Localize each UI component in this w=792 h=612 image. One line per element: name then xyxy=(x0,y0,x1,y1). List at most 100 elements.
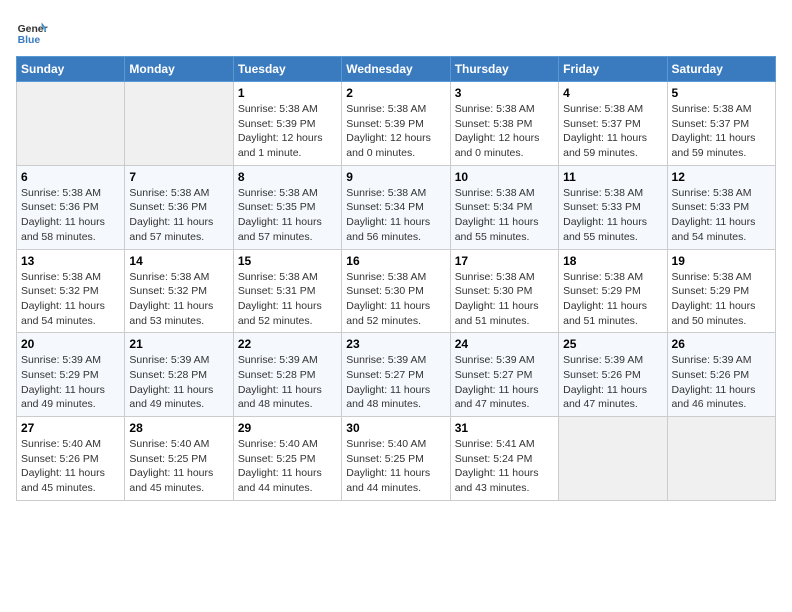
weekday-header-saturday: Saturday xyxy=(667,57,775,82)
calendar-cell: 24 Sunrise: 5:39 AMSunset: 5:27 PMDayligh… xyxy=(450,333,558,417)
day-number: 26 xyxy=(672,337,771,351)
day-number: 18 xyxy=(563,254,662,268)
day-detail: Sunrise: 5:40 AMSunset: 5:25 PMDaylight:… xyxy=(238,437,337,496)
day-number: 25 xyxy=(563,337,662,351)
calendar-cell: 14Sunrise: 5:38 AMSunset: 5:32 PMDayligh… xyxy=(125,249,233,333)
weekday-header-friday: Friday xyxy=(559,57,667,82)
day-number: 3 xyxy=(455,86,554,100)
day-number: 28 xyxy=(129,421,228,435)
day-number: 6 xyxy=(21,170,120,184)
calendar-cell: 17 Sunrise: 5:38 AMSunset: 5:30 PMDayligh… xyxy=(450,249,558,333)
calendar-cell: 29 Sunrise: 5:40 AMSunset: 5:25 PMDayligh… xyxy=(233,417,341,501)
weekday-header-thursday: Thursday xyxy=(450,57,558,82)
calendar-cell: 7 Sunrise: 5:38 AMSunset: 5:36 PMDaylight… xyxy=(125,165,233,249)
calendar-cell: 30 Sunrise: 5:40 AMSunset: 5:25 PMDayligh… xyxy=(342,417,450,501)
day-number: 12 xyxy=(672,170,771,184)
logo-icon: General Blue xyxy=(16,16,48,48)
day-detail: Sunrise: 5:38 AMSunset: 5:39 PMDaylight:… xyxy=(346,102,445,161)
weekday-header-wednesday: Wednesday xyxy=(342,57,450,82)
page-header: General Blue xyxy=(16,16,776,48)
calendar-cell: 20 Sunrise: 5:39 AMSunset: 5:29 PMDayligh… xyxy=(17,333,125,417)
day-number: 16 xyxy=(346,254,445,268)
day-number: 31 xyxy=(455,421,554,435)
calendar-cell: 16 Sunrise: 5:38 AMSunset: 5:30 PMDayligh… xyxy=(342,249,450,333)
calendar-cell: 26 Sunrise: 5:39 AMSunset: 5:26 PMDayligh… xyxy=(667,333,775,417)
calendar-cell: 8 Sunrise: 5:38 AMSunset: 5:35 PMDaylight… xyxy=(233,165,341,249)
day-detail: Sunrise: 5:38 AMSunset: 5:37 PMDaylight:… xyxy=(672,102,771,161)
calendar-cell: 31 Sunrise: 5:41 AMSunset: 5:24 PMDayligh… xyxy=(450,417,558,501)
day-detail: Sunrise: 5:38 AMSunset: 5:32 PMDaylight:… xyxy=(129,270,228,329)
day-detail: Sunrise: 5:38 AMSunset: 5:30 PMDaylight:… xyxy=(455,270,554,329)
calendar-cell: 15 Sunrise: 5:38 AMSunset: 5:31 PMDayligh… xyxy=(233,249,341,333)
day-detail: Sunrise: 5:39 AMSunset: 5:28 PMDaylight:… xyxy=(238,353,337,412)
day-detail: Sunrise: 5:38 AMSunset: 5:31 PMDaylight:… xyxy=(238,270,337,329)
calendar-cell: 3 Sunrise: 5:38 AMSunset: 5:38 PMDaylight… xyxy=(450,82,558,166)
calendar-cell: 25 Sunrise: 5:39 AMSunset: 5:26 PMDayligh… xyxy=(559,333,667,417)
day-number: 2 xyxy=(346,86,445,100)
day-number: 1 xyxy=(238,86,337,100)
day-detail: Sunrise: 5:39 AMSunset: 5:29 PMDaylight:… xyxy=(21,353,120,412)
calendar-cell xyxy=(667,417,775,501)
calendar-cell: 27Sunrise: 5:40 AMSunset: 5:26 PMDayligh… xyxy=(17,417,125,501)
calendar-cell: 11Sunrise: 5:38 AMSunset: 5:33 PMDayligh… xyxy=(559,165,667,249)
day-number: 22 xyxy=(238,337,337,351)
calendar-cell: 23 Sunrise: 5:39 AMSunset: 5:27 PMDayligh… xyxy=(342,333,450,417)
day-detail: Sunrise: 5:38 AMSunset: 5:39 PMDaylight:… xyxy=(238,102,337,161)
calendar-cell: 21Sunrise: 5:39 AMSunset: 5:28 PMDayligh… xyxy=(125,333,233,417)
day-detail: Sunrise: 5:40 AMSunset: 5:25 PMDaylight:… xyxy=(129,437,228,496)
calendar-cell: 13Sunrise: 5:38 AMSunset: 5:32 PMDayligh… xyxy=(17,249,125,333)
day-number: 4 xyxy=(563,86,662,100)
day-detail: Sunrise: 5:39 AMSunset: 5:27 PMDaylight:… xyxy=(455,353,554,412)
calendar-cell: 10 Sunrise: 5:38 AMSunset: 5:34 PMDayligh… xyxy=(450,165,558,249)
weekday-header-tuesday: Tuesday xyxy=(233,57,341,82)
day-detail: Sunrise: 5:38 AMSunset: 5:34 PMDaylight:… xyxy=(455,186,554,245)
day-number: 27 xyxy=(21,421,120,435)
day-detail: Sunrise: 5:38 AMSunset: 5:30 PMDaylight:… xyxy=(346,270,445,329)
day-number: 7 xyxy=(129,170,228,184)
day-number: 9 xyxy=(346,170,445,184)
calendar-cell: 28 Sunrise: 5:40 AMSunset: 5:25 PMDayligh… xyxy=(125,417,233,501)
day-number: 29 xyxy=(238,421,337,435)
day-detail: Sunrise: 5:38 AMSunset: 5:36 PMDaylight:… xyxy=(21,186,120,245)
calendar-cell: 18 Sunrise: 5:38 AMSunset: 5:29 PMDayligh… xyxy=(559,249,667,333)
calendar-week-row: 6 Sunrise: 5:38 AMSunset: 5:36 PMDaylight… xyxy=(17,165,776,249)
day-detail: Sunrise: 5:38 AMSunset: 5:29 PMDaylight:… xyxy=(563,270,662,329)
day-detail: Sunrise: 5:38 AMSunset: 5:32 PMDaylight:… xyxy=(21,270,120,329)
day-number: 30 xyxy=(346,421,445,435)
calendar-cell: 19 Sunrise: 5:38 AMSunset: 5:29 PMDayligh… xyxy=(667,249,775,333)
day-number: 24 xyxy=(455,337,554,351)
weekday-header-row: SundayMondayTuesdayWednesdayThursdayFrid… xyxy=(17,57,776,82)
logo: General Blue xyxy=(16,16,48,48)
weekday-header-monday: Monday xyxy=(125,57,233,82)
calendar-week-row: 20 Sunrise: 5:39 AMSunset: 5:29 PMDayligh… xyxy=(17,333,776,417)
calendar-week-row: 27Sunrise: 5:40 AMSunset: 5:26 PMDayligh… xyxy=(17,417,776,501)
day-number: 10 xyxy=(455,170,554,184)
calendar-cell: 2 Sunrise: 5:38 AMSunset: 5:39 PMDaylight… xyxy=(342,82,450,166)
day-detail: Sunrise: 5:39 AMSunset: 5:27 PMDaylight:… xyxy=(346,353,445,412)
day-number: 15 xyxy=(238,254,337,268)
day-number: 21 xyxy=(129,337,228,351)
day-number: 23 xyxy=(346,337,445,351)
day-detail: Sunrise: 5:38 AMSunset: 5:34 PMDaylight:… xyxy=(346,186,445,245)
day-detail: Sunrise: 5:38 AMSunset: 5:36 PMDaylight:… xyxy=(129,186,228,245)
day-detail: Sunrise: 5:38 AMSunset: 5:35 PMDaylight:… xyxy=(238,186,337,245)
day-number: 8 xyxy=(238,170,337,184)
calendar-week-row: 1 Sunrise: 5:38 AMSunset: 5:39 PMDaylight… xyxy=(17,82,776,166)
day-detail: Sunrise: 5:38 AMSunset: 5:37 PMDaylight:… xyxy=(563,102,662,161)
day-detail: Sunrise: 5:38 AMSunset: 5:38 PMDaylight:… xyxy=(455,102,554,161)
day-detail: Sunrise: 5:41 AMSunset: 5:24 PMDaylight:… xyxy=(455,437,554,496)
day-detail: Sunrise: 5:39 AMSunset: 5:26 PMDaylight:… xyxy=(563,353,662,412)
day-detail: Sunrise: 5:38 AMSunset: 5:33 PMDaylight:… xyxy=(563,186,662,245)
day-detail: Sunrise: 5:39 AMSunset: 5:26 PMDaylight:… xyxy=(672,353,771,412)
day-number: 19 xyxy=(672,254,771,268)
calendar-cell xyxy=(559,417,667,501)
day-number: 20 xyxy=(21,337,120,351)
day-number: 5 xyxy=(672,86,771,100)
day-detail: Sunrise: 5:40 AMSunset: 5:25 PMDaylight:… xyxy=(346,437,445,496)
calendar-cell: 1 Sunrise: 5:38 AMSunset: 5:39 PMDaylight… xyxy=(233,82,341,166)
calendar-cell: 22 Sunrise: 5:39 AMSunset: 5:28 PMDayligh… xyxy=(233,333,341,417)
weekday-header-sunday: Sunday xyxy=(17,57,125,82)
day-detail: Sunrise: 5:38 AMSunset: 5:29 PMDaylight:… xyxy=(672,270,771,329)
calendar-table: SundayMondayTuesdayWednesdayThursdayFrid… xyxy=(16,56,776,501)
day-number: 17 xyxy=(455,254,554,268)
